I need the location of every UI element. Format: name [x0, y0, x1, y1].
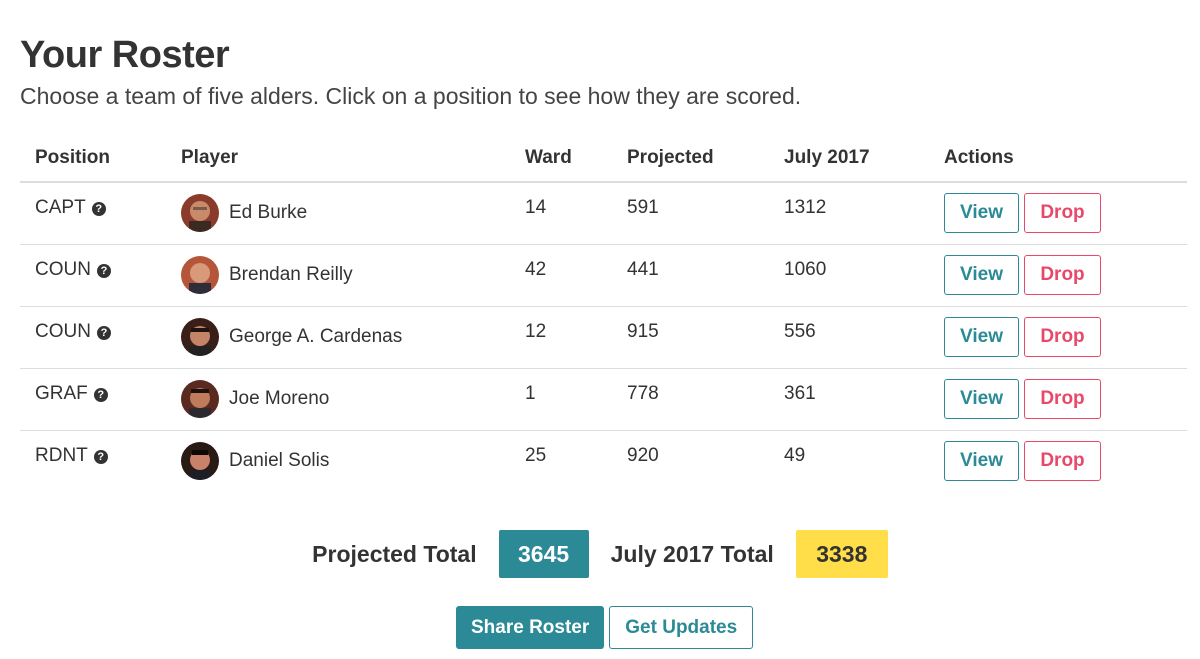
drop-button[interactable]: Drop [1024, 316, 1101, 357]
july-2017-cell: 1312 [769, 182, 929, 245]
actions-cell: View Drop [929, 182, 1187, 245]
player-name: Daniel Solis [229, 449, 330, 471]
ward-cell: 14 [510, 182, 612, 245]
table-row: COUN? George A. Cardenas 12 915 556 View [20, 306, 1187, 369]
view-button[interactable]: View [944, 316, 1019, 357]
question-circle-icon[interactable]: ? [96, 325, 111, 340]
view-button[interactable]: View [944, 440, 1019, 481]
column-header-july-2017: July 2017 [769, 135, 929, 183]
july-2017-cell: 1060 [769, 244, 929, 307]
player-name: Brendan Reilly [229, 263, 353, 285]
drop-button[interactable]: Drop [1024, 440, 1101, 481]
projected-cell: 915 [612, 306, 769, 369]
projected-cell: 920 [627, 444, 659, 466]
roster-actions: Share Roster Get Updates [456, 606, 754, 649]
drop-button[interactable]: Drop [1024, 378, 1101, 419]
table-row: COUN? Brendan Reilly 42 441 1060 View Dr… [20, 244, 1187, 307]
player-cell: George A. Cardenas [166, 306, 510, 369]
table-header-row: Position Player Ward Projected July 2017… [20, 135, 1187, 183]
projected-total-label: Projected Total [312, 540, 477, 567]
player-name: George A. Cardenas [229, 325, 403, 347]
question-circle-icon[interactable]: ? [91, 202, 106, 216]
page-subtitle: Choose a team of five alders. Click on a… [20, 83, 802, 109]
column-header-player: Player [166, 135, 510, 183]
position-cell[interactable]: COUN? [20, 306, 166, 369]
roster-table: Position Player Ward Projected July 2017… [20, 135, 1187, 492]
position-cell[interactable]: RDNT? [20, 430, 166, 492]
player-avatar [181, 194, 219, 232]
position-cell[interactable]: GRAF? [20, 368, 166, 431]
ward-cell: 1 [510, 368, 612, 431]
table-row: GRAF? Joe Moreno 1 778 361 View Drop [20, 368, 1187, 431]
player-avatar [181, 379, 219, 418]
player-avatar [181, 317, 219, 356]
player-name: Ed Burke [229, 202, 308, 223]
table-row: RDNT? Daniel Solis 25 920 49 View Drop [20, 430, 1187, 492]
position-label[interactable]: RDNT [35, 445, 88, 466]
actions-cell: View Drop [929, 306, 1187, 369]
drop-button[interactable]: Drop [1024, 193, 1101, 233]
ward-cell: 42 [510, 244, 612, 307]
player-cell: Joe Moreno [166, 368, 510, 431]
player-avatar [181, 441, 219, 480]
roster-page: Your Roster Choose a team of five alders… [0, 0, 1200, 659]
position-label[interactable]: COUN [35, 259, 91, 280]
projected-cell: 591 [612, 182, 769, 245]
position-label[interactable]: GRAF [35, 383, 88, 404]
player-cell: Daniel Solis [166, 430, 510, 492]
column-header-position: Position [20, 135, 166, 183]
actions-cell: View Drop [929, 244, 1187, 307]
projected-cell: 441 [612, 244, 769, 307]
player-avatar [181, 255, 219, 294]
column-header-projected: Projected [612, 135, 769, 183]
july-2017-cell: 556 [769, 306, 929, 369]
projected-cell: 778 [612, 368, 769, 431]
question-circle-icon[interactable]: ? [96, 263, 111, 278]
view-button[interactable]: View [944, 378, 1019, 419]
share-roster-button[interactable]: Share Roster [456, 606, 605, 649]
july-total-value: 3338 [795, 530, 888, 578]
ward-cell: 12 [510, 306, 612, 369]
position-cell[interactable]: COUN? [20, 244, 166, 307]
column-header-actions: Actions [929, 135, 1187, 183]
totals-bar: Projected Total 3645 July 2017 Total 333… [0, 530, 1200, 578]
question-circle-icon[interactable]: ? [93, 449, 108, 464]
actions-cell: View Drop [929, 430, 1187, 492]
question-circle-icon[interactable]: ? [93, 387, 108, 402]
july-total-label: July 2017 Total [610, 540, 774, 567]
position-label[interactable]: COUN [35, 321, 91, 342]
projected-total-value: 3645 [498, 530, 589, 578]
view-button[interactable]: View [944, 254, 1019, 295]
player-cell: Ed Burke [166, 182, 510, 245]
actions-cell: View Drop [929, 368, 1187, 431]
position-label[interactable]: CAPT [35, 197, 86, 218]
july-2017-cell: 49 [784, 444, 806, 466]
july-2017-cell: 361 [769, 368, 929, 431]
drop-button[interactable]: Drop [1024, 254, 1101, 295]
player-name: Joe Moreno [229, 387, 330, 409]
page-title: Your Roster [20, 34, 230, 76]
get-updates-button[interactable]: Get Updates [609, 606, 754, 649]
column-header-ward: Ward [510, 135, 612, 183]
position-cell[interactable]: CAPT? [20, 182, 166, 245]
ward-cell: 25 [525, 444, 547, 466]
player-cell: Brendan Reilly [166, 244, 510, 307]
view-button[interactable]: View [944, 193, 1019, 233]
table-row: CAPT? Ed Burke 14 591 1312 View Drop [20, 182, 1187, 245]
